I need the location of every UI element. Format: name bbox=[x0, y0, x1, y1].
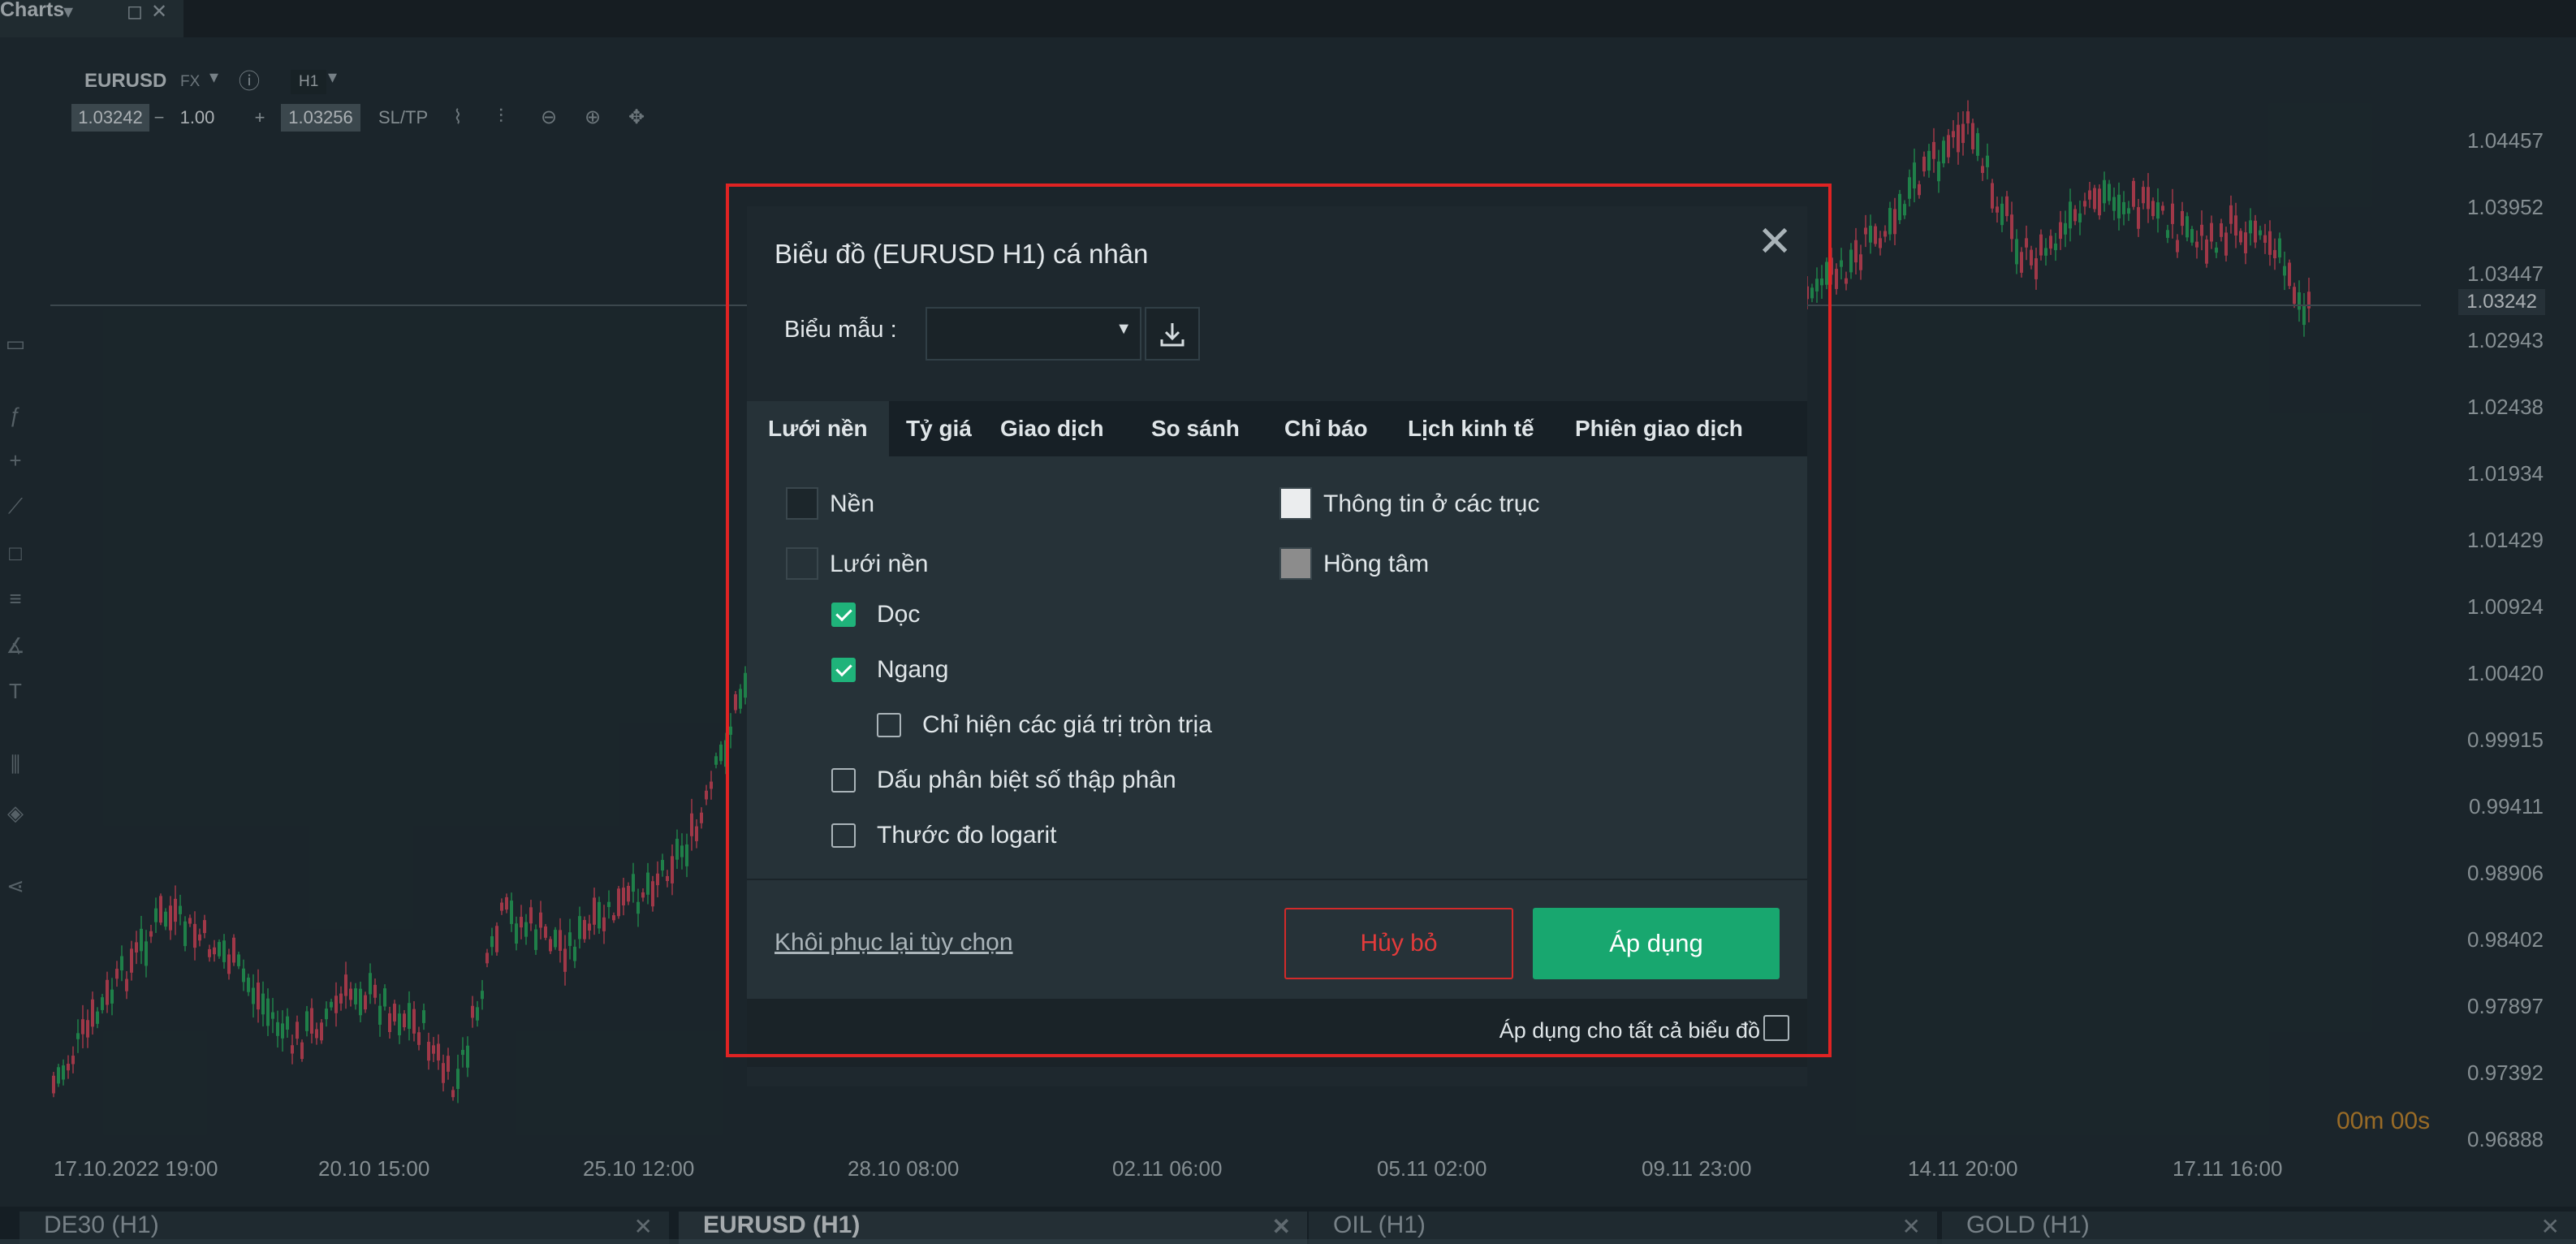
highlight-frame bbox=[726, 184, 1832, 1057]
